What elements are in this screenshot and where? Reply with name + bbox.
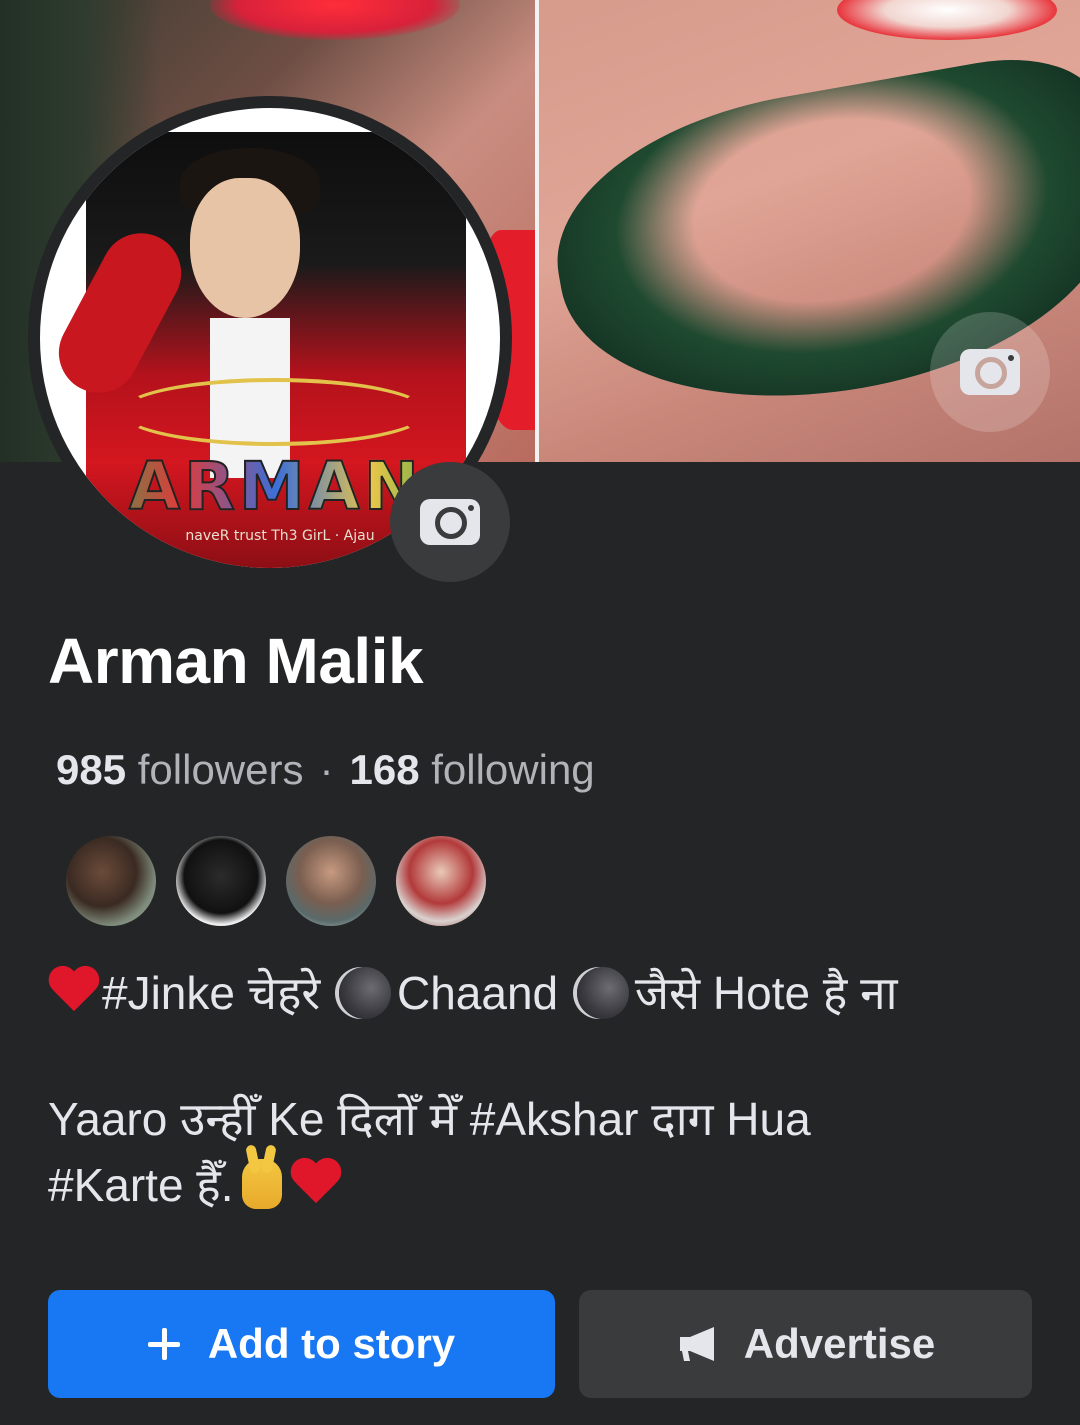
followers-link[interactable]: 985 followers [56,746,303,793]
plus-icon [147,1328,180,1360]
edit-profile-picture-button[interactable] [390,462,510,582]
advertise-label: Advertise [743,1320,936,1367]
mutual-friends-avatars[interactable] [62,832,490,930]
new-moon-icon [338,967,391,1019]
bio-paragraph-1: #Jinke चेहरे Chaand जैसे Hote है ना [48,960,1038,1026]
followers-count: 985 [56,746,127,793]
friend-avatar[interactable] [392,832,490,930]
add-to-story-button[interactable]: Add to story [48,1290,555,1398]
profile-name: Arman Malik [48,625,424,697]
avatar-tagline-text: naveR trust Th3 GirL · Ajau [185,528,375,544]
profile-bio: #Jinke चेहरे Chaand जैसे Hote है ना Yaar… [48,960,1038,1218]
following-link[interactable]: 168 following [349,746,594,793]
avatar-ornament-shape [120,378,428,446]
edit-cover-photo-button[interactable] [930,312,1050,432]
following-label: following [431,746,595,793]
add-to-story-label: Add to story [207,1320,456,1367]
bio-paragraph-2: Yaaro उन्हीँ Ke दिलोँ मेँ #Akshar दाग Hu… [48,1086,1038,1218]
avatar-face-shape [190,178,300,318]
red-heart-icon [48,963,102,1017]
camera-icon [420,499,480,545]
bio-text: #Jinke चेहरे [102,967,321,1019]
megaphone-icon [679,1327,714,1361]
new-moon-icon [576,967,629,1019]
follow-stats: 985 followers · 168 following [56,746,595,794]
friend-avatar[interactable] [282,832,380,930]
bio-text: Yaaro उन्हीँ Ke दिलोँ मेँ #Akshar दाग Hu… [48,1093,811,1145]
friend-avatar[interactable] [62,832,160,930]
bio-text: Chaand [396,967,559,1019]
stats-separator: · [319,746,334,793]
victory-hand-icon [241,1159,282,1209]
cover-smile-shape [837,0,1057,40]
advertise-button[interactable]: Advertise [579,1290,1032,1398]
bio-text: #Karte हैँ. [48,1159,234,1211]
cover-divider [535,0,539,462]
bio-text: जैसे Hote है ना [634,967,898,1019]
following-count: 168 [349,746,420,793]
cover-lips-shape [210,0,460,40]
friend-avatar[interactable] [172,832,270,930]
red-heart-icon [290,1155,344,1209]
camera-icon [960,349,1020,395]
followers-label: followers [137,746,304,793]
